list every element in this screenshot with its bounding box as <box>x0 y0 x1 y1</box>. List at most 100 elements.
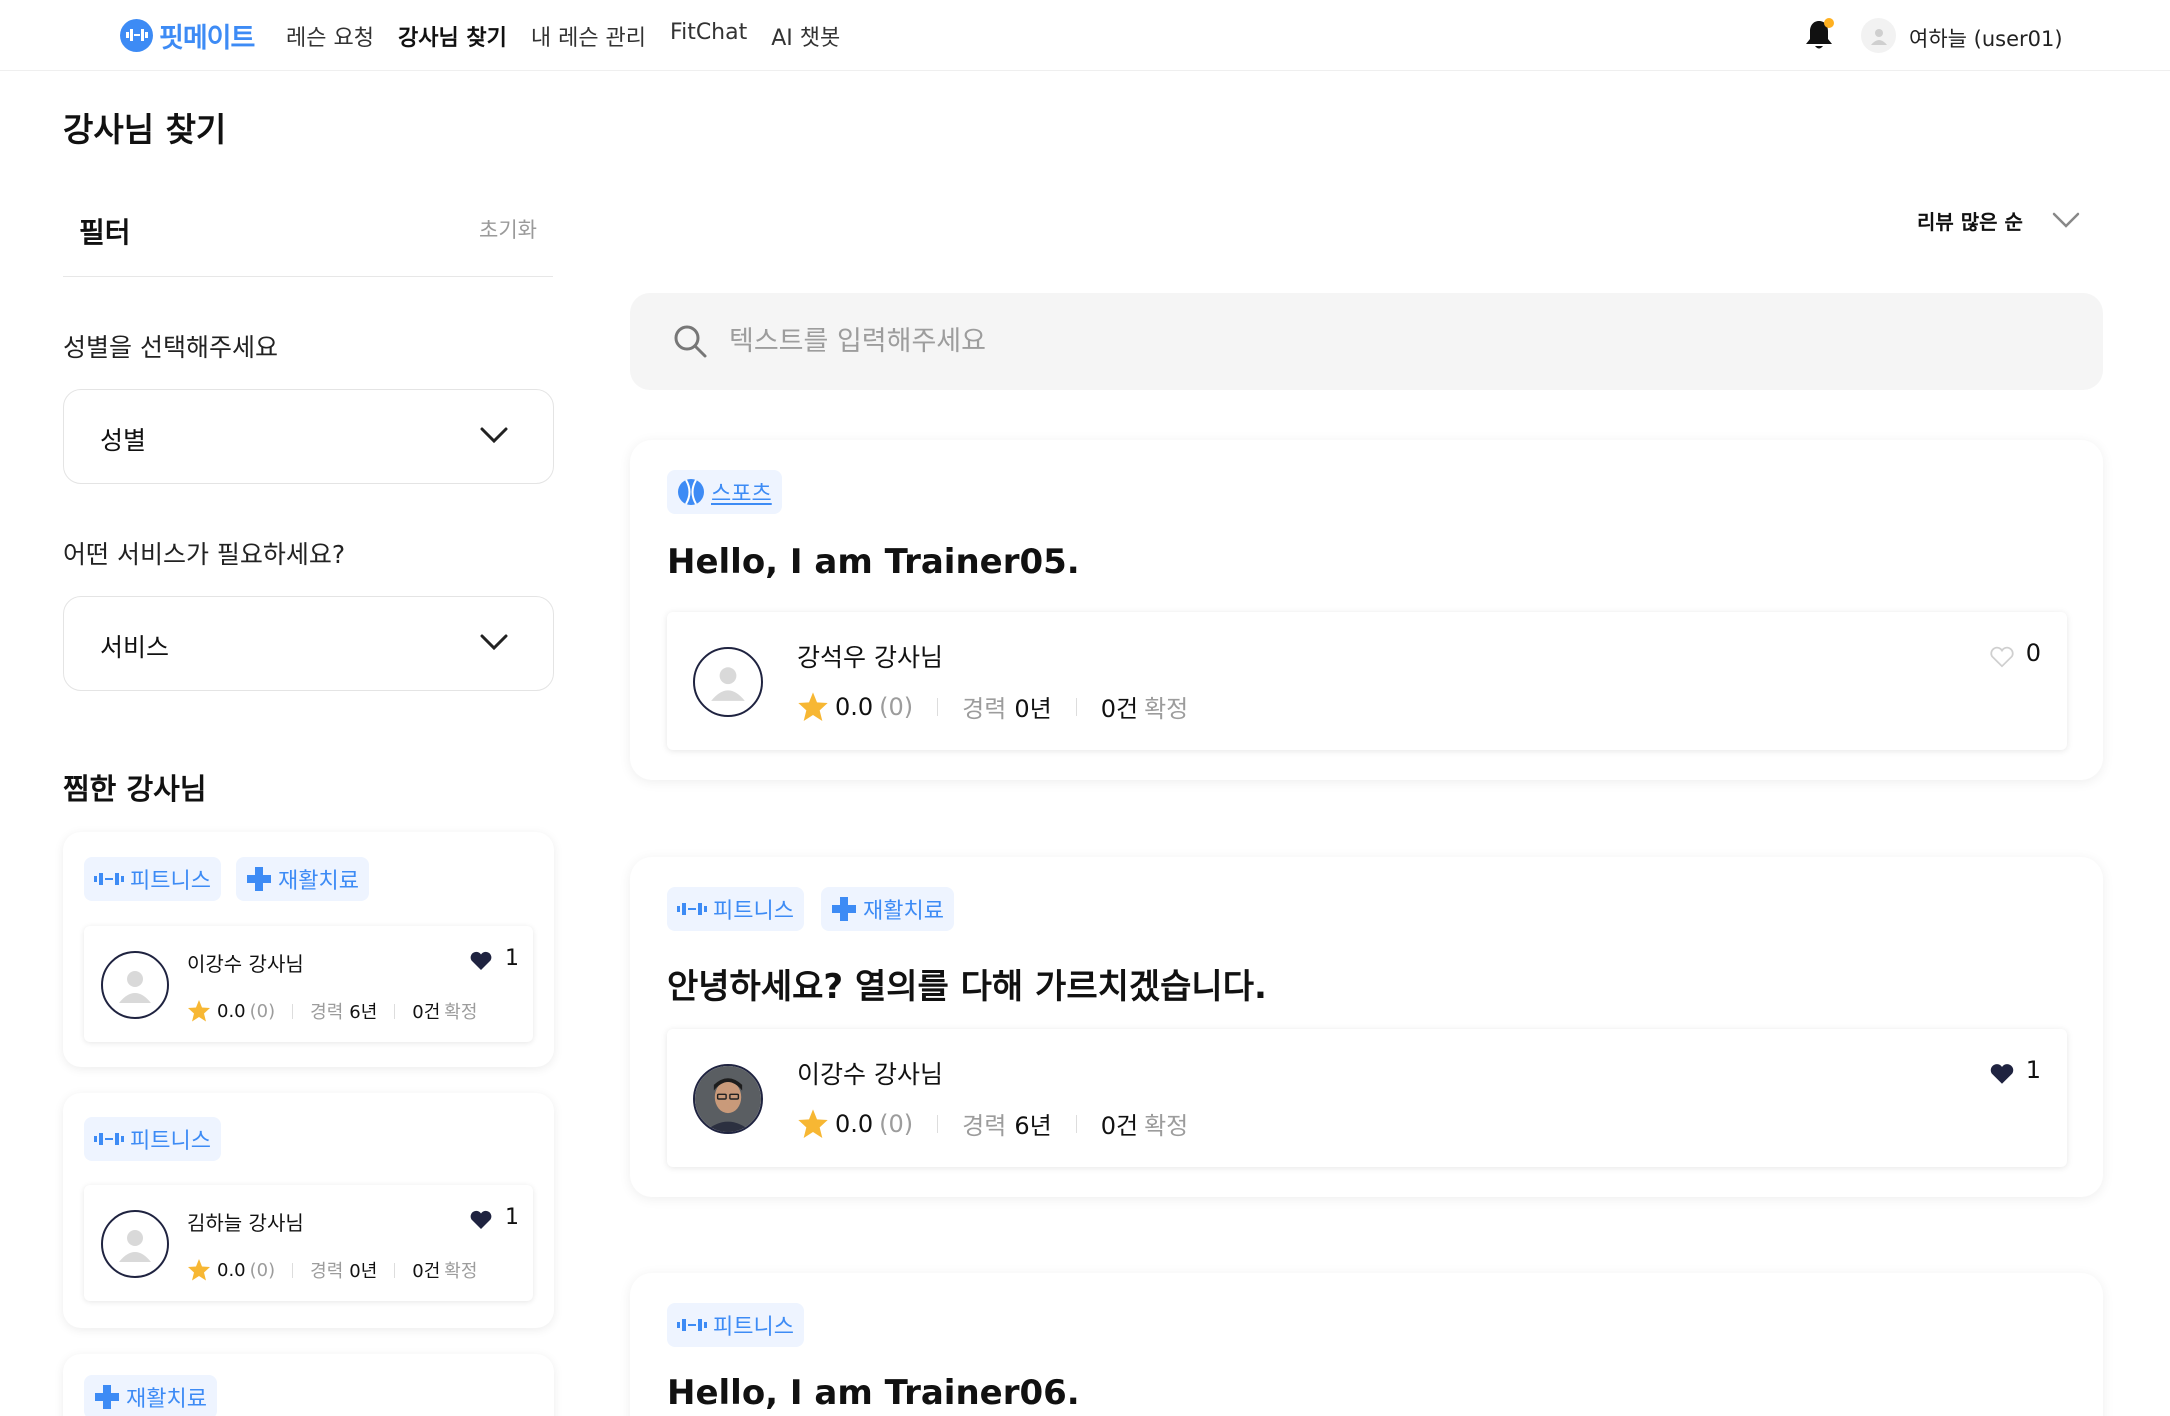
trainer-name: 김하늘 강사님 <box>187 1211 304 1235</box>
divider <box>292 1262 294 1278</box>
star-icon <box>798 691 828 721</box>
trainer-avatar <box>693 647 763 717</box>
heart-outline-icon[interactable] <box>1989 646 2015 668</box>
star-icon <box>798 1108 828 1138</box>
star-icon <box>188 1000 210 1022</box>
tag-fitness: 피트니스 <box>84 857 221 901</box>
star-icon <box>188 1259 210 1281</box>
logo[interactable]: 핏메이트 <box>120 15 255 55</box>
gender-select-value: 성별 <box>100 426 147 455</box>
trainer-stats: 0.0 (0) 경력 0년 0건 확정 <box>797 689 1188 724</box>
tag-label: 피트니스 <box>130 1129 211 1154</box>
nav-find-trainer[interactable]: 강사님 찾기 <box>398 20 507 52</box>
trainer-name: 이강수 강사님 <box>797 1060 943 1089</box>
medical-cross-icon <box>247 867 271 891</box>
divider <box>394 1003 396 1019</box>
user-name[interactable]: 여하늘 (user01) <box>1909 23 2063 53</box>
trainer-avatar <box>101 951 169 1019</box>
trainer-avatar <box>101 1210 169 1278</box>
search-bar <box>630 293 2103 390</box>
logo-text: 핏메이트 <box>159 22 255 54</box>
favorite-trainer-card[interactable]: 피트니스 김하늘 강사님 1 0.0 (0) 경력 0년 0건 확정 <box>63 1093 554 1328</box>
logo-dumbbell-icon <box>120 18 153 52</box>
career-label: 경력 <box>962 695 1007 723</box>
trainer-stats: 0.0 (0) 경력 0년 0건 확정 <box>187 1257 477 1283</box>
favorite-trainer-card[interactable]: 피트니스 재활치료 이강수 강사님 1 0.0 (0) 경력 6년 0건 확정 <box>63 832 554 1067</box>
user-avatar[interactable] <box>1861 18 1896 53</box>
service-select[interactable]: 서비스 <box>63 596 554 691</box>
page-title: 강사님 찾기 <box>63 110 227 149</box>
filter-title: 필터 <box>79 216 131 249</box>
tag-rehab: 재활치료 <box>236 857 369 901</box>
confirmed-count: 0건 <box>1100 695 1139 723</box>
tag-label: 스포츠 <box>711 482 772 507</box>
top-navigation-bar: 핏메이트 레슨 요청 강사님 찾기 내 레슨 관리 FitChat AI 챗봇 … <box>0 0 2170 71</box>
heart-filled-icon[interactable] <box>469 1210 493 1230</box>
dumbbell-icon <box>94 1133 124 1145</box>
career-label: 경력 <box>962 1112 1007 1140</box>
rating-value: 0.0 <box>835 692 874 721</box>
like-count: 1 <box>505 1205 519 1230</box>
heart-filled-icon[interactable] <box>469 951 493 971</box>
divider <box>937 1114 939 1133</box>
chevron-down-icon <box>480 634 508 651</box>
tag-sports: 스포츠 <box>667 470 782 514</box>
trainer-name: 이강수 강사님 <box>187 952 304 976</box>
confirmed-label: 확정 <box>444 1002 478 1023</box>
confirmed-label: 확정 <box>1144 1112 1189 1140</box>
favorites-title: 찜한 강사님 <box>63 772 207 806</box>
trainer-avatar-photo <box>693 1064 763 1134</box>
divider <box>937 697 939 716</box>
confirmed-label: 확정 <box>444 1261 478 1282</box>
medical-cross-icon <box>832 897 856 921</box>
gender-label: 성별을 선택해주세요 <box>63 333 278 362</box>
trainer-card[interactable]: 스포츠 Hello, I am Trainer05. 강석우 강사님 0 0.0… <box>630 440 2103 780</box>
dumbbell-icon <box>677 1319 707 1331</box>
trainer-card-title: Hello, I am Trainer06. <box>667 1373 1080 1413</box>
nav-fitchat[interactable]: FitChat <box>670 20 747 52</box>
nav-ai-chatbot[interactable]: AI 챗봇 <box>771 20 840 52</box>
dumbbell-icon <box>94 873 124 885</box>
search-icon <box>674 325 707 358</box>
tag-fitness: 피트니스 <box>84 1117 221 1161</box>
career-value: 0년 <box>1014 695 1052 723</box>
rating-value: 0.0 <box>217 1259 246 1281</box>
trainer-summary: 김하늘 강사님 1 0.0 (0) 경력 0년 0건 확정 <box>84 1185 533 1301</box>
dumbbell-icon <box>677 903 707 915</box>
trainer-card-title: Hello, I am Trainer05. <box>667 542 1080 582</box>
career-value: 0년 <box>349 1261 378 1282</box>
ball-icon <box>678 479 704 505</box>
reset-filter-button[interactable]: 초기화 <box>479 214 537 244</box>
tag-label: 재활치료 <box>863 899 944 924</box>
tag-rehab: 재활치료 <box>821 887 954 931</box>
favorite-trainer-card[interactable]: 재활치료 <box>63 1354 554 1416</box>
review-count: (0) <box>249 1000 276 1022</box>
trainer-card[interactable]: 피트니스 Hello, I am Trainer06. <box>630 1273 2103 1416</box>
filter-header: 필터 초기화 <box>63 190 553 277</box>
tag-rehab: 재활치료 <box>84 1375 217 1416</box>
main-nav: 레슨 요청 강사님 찾기 내 레슨 관리 FitChat AI 챗봇 <box>286 20 840 52</box>
rating-value: 0.0 <box>835 1109 874 1138</box>
nav-my-lessons[interactable]: 내 레슨 관리 <box>531 20 646 52</box>
review-count: (0) <box>879 1109 914 1138</box>
sort-select[interactable]: 리뷰 많은 순 <box>1917 206 2023 235</box>
gender-select[interactable]: 성별 <box>63 389 554 484</box>
confirmed-count: 0건 <box>412 1261 441 1282</box>
divider <box>1075 1114 1077 1133</box>
service-select-value: 서비스 <box>100 633 170 662</box>
career-value: 6년 <box>349 1002 378 1023</box>
confirmed-count: 0건 <box>412 1002 441 1023</box>
notification-dot <box>1824 18 1834 28</box>
confirmed-label: 확정 <box>1144 695 1189 723</box>
chevron-down-icon[interactable] <box>2052 210 2080 230</box>
heart-filled-icon[interactable] <box>1989 1063 2015 1085</box>
medical-cross-icon <box>95 1385 119 1409</box>
like-count: 0 <box>2025 639 2041 667</box>
nav-lesson-request[interactable]: 레슨 요청 <box>286 20 374 52</box>
trainer-card-title: 안녕하세요? 열의를 다해 가르치겠습니다. <box>667 967 1267 1007</box>
trainer-summary: 이강수 강사님 1 0.0 (0) 경력 6년 0건 확정 <box>84 926 533 1042</box>
tag-label: 재활치료 <box>278 869 359 894</box>
trainer-card[interactable]: 피트니스 재활치료 안녕하세요? 열의를 다해 가르치겠습니다. 이강수 강사님… <box>630 857 2103 1197</box>
trainer-summary: 이강수 강사님 1 0.0 (0) 경력 6년 0건 확정 <box>667 1029 2067 1167</box>
search-input[interactable] <box>729 311 2029 371</box>
